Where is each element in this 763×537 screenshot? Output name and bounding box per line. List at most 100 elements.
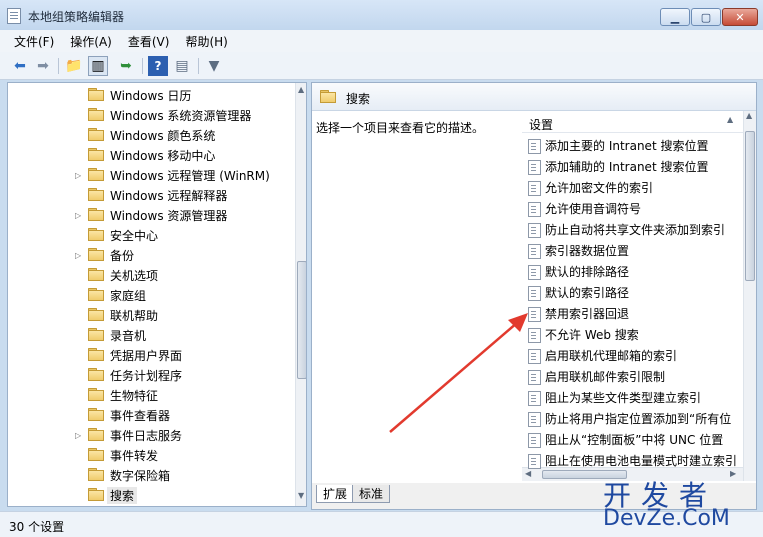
close-button[interactable]: ✕ [722,8,758,26]
tree-item[interactable]: ▷ Windows 资源管理器 [8,205,288,225]
menu-bar: 文件(F) 操作(A) 查看(V) 帮助(H) [0,30,763,52]
setting-row[interactable]: 索引器数据位置 [522,240,746,261]
scroll-down-icon[interactable]: ▼ [298,491,304,500]
tree-item-label: Windows 资源管理器 [110,208,228,223]
back-arrow-icon[interactable]: ⬅ [10,56,30,76]
setting-row[interactable]: 禁用索引器回退 [522,303,746,324]
up-folder-icon[interactable]: 📁 [64,56,84,76]
menu-file[interactable]: 文件(F) [0,33,62,50]
folder-icon [88,288,104,301]
menu-help[interactable]: 帮助(H) [177,33,235,50]
sort-up-icon: ▲ [727,115,734,124]
setting-row[interactable]: 默认的索引路径 [522,282,746,303]
pane-header: 搜索 [312,83,756,111]
scroll-up-icon[interactable]: ▲ [298,85,304,94]
folder-icon [88,188,104,201]
tree-item[interactable]: 录音机 [8,325,288,345]
setting-label: 添加辅助的 Intranet 搜索位置 [545,160,709,174]
maximize-button[interactable]: ▢ [691,8,721,26]
policy-setting-icon [528,433,541,448]
toolbar-separator [142,58,143,74]
tree-item-label: Windows 系统资源管理器 [110,108,252,123]
folder-icon [88,348,104,361]
app-icon [7,8,21,24]
setting-row[interactable]: 防止将用户指定位置添加到“所有位 [522,408,746,429]
menu-view[interactable]: 查看(V) [120,33,178,50]
settings-column-label: 设置 [529,118,554,132]
tree-item[interactable]: 生物特征 [8,385,288,405]
tree-item[interactable]: ▷ 备份 [8,245,288,265]
tab-standard[interactable]: 标准 [352,485,391,503]
setting-label: 添加主要的 Intranet 搜索位置 [545,139,709,153]
tree-item[interactable]: 联机帮助 [8,305,288,325]
tree-item-label: 搜索 [107,486,138,504]
minimize-button[interactable]: ▁ [660,8,690,26]
settings-column-header[interactable]: 设置 ▲ [522,111,746,133]
setting-row[interactable]: 阻止从“控制面板”中将 UNC 位置 [522,429,746,450]
expand-icon[interactable]: ▷ [75,431,83,440]
folder-icon [88,228,104,241]
setting-row[interactable]: 添加主要的 Intranet 搜索位置 [522,135,746,156]
tree-item[interactable]: 数字保险箱 [8,465,288,485]
scrollbar-thumb[interactable] [745,131,755,281]
expand-icon[interactable]: ▷ [75,211,83,220]
folder-icon [88,448,104,461]
tree-item[interactable]: Windows 系统资源管理器 [8,105,288,125]
filter-icon[interactable]: ▼ [204,56,224,76]
tree-item-label: Windows 远程管理 (WinRM) [110,168,270,183]
setting-row[interactable]: 启用联机邮件索引限制 [522,366,746,387]
setting-label: 索引器数据位置 [545,244,630,258]
tree-item[interactable]: 搜索 [8,485,288,505]
policy-setting-icon [528,412,541,427]
setting-row[interactable]: 不允许 Web 搜索 [522,324,746,345]
title-bar: 本地组策略编辑器 ▁ ▢ ✕ [0,0,763,30]
tree-item[interactable]: 家庭组 [8,285,288,305]
tree-item[interactable]: Windows 颜色系统 [8,125,288,145]
folder-icon [88,88,104,101]
setting-row[interactable]: 阻止为某些文件类型建立索引 [522,387,746,408]
policy-setting-icon [528,202,541,217]
setting-row[interactable]: 启用联机代理邮箱的索引 [522,345,746,366]
tree-item[interactable]: 凭据用户界面 [8,345,288,365]
policy-setting-icon [528,139,541,154]
properties-icon[interactable]: ▤ [172,56,192,76]
tree-item[interactable]: 任务计划程序 [8,365,288,385]
tree-item[interactable]: 事件查看器 [8,405,288,425]
tree-item[interactable]: 事件转发 [8,445,288,465]
policy-setting-icon [528,328,541,343]
setting-row[interactable]: 阻止在使用电池电量模式时建立索引 [522,450,746,471]
setting-row[interactable]: 默认的排除路径 [522,261,746,282]
tree-item[interactable]: Windows 日历 [8,85,288,105]
tree-item[interactable]: 关机选项 [8,265,288,285]
tree-item-label: Windows 颜色系统 [110,128,216,143]
tree-item[interactable]: Windows 远程解释器 [8,185,288,205]
help-icon[interactable]: ? [148,56,168,76]
menu-action[interactable]: 操作(A) [62,33,120,50]
watermark-line2: DevZe.CoM [603,506,730,531]
scroll-up-icon[interactable]: ▲ [746,111,752,120]
tree-item-label: 安全中心 [110,228,159,243]
tree-scrollbar[interactable]: ▲ ▼ [295,83,306,506]
export-list-icon[interactable]: ➥ [116,56,136,76]
folder-icon [88,328,104,341]
setting-row[interactable]: 添加辅助的 Intranet 搜索位置 [522,156,746,177]
tree-item[interactable]: Windows 移动中心 [8,145,288,165]
tree-item[interactable]: 安全中心 [8,225,288,245]
tree-item-label: 事件查看器 [110,408,171,423]
setting-row[interactable]: 防止自动将共享文件夹添加到索引 [522,219,746,240]
forward-arrow-icon[interactable]: ➡ [33,56,53,76]
policy-setting-icon [528,265,541,280]
expand-icon[interactable]: ▷ [75,251,83,260]
expand-icon[interactable]: ▷ [75,171,83,180]
scrollbar-thumb[interactable] [297,261,306,379]
setting-row[interactable]: 允许使用音调符号 [522,198,746,219]
tree-item[interactable]: ▷ Windows 远程管理 (WinRM) [8,165,288,185]
show-hide-tree-icon[interactable]: ▥ [88,56,108,76]
setting-label: 允许使用音调符号 [545,202,642,216]
navigation-tree: Windows 日历 Windows 系统资源管理器 Windows 颜色系统 Win… [7,82,307,507]
setting-row[interactable]: 允许加密文件的索引 [522,177,746,198]
toolbar-separator [58,58,59,74]
tab-extended[interactable]: 扩展 [316,485,355,503]
folder-icon [88,368,104,381]
tree-item[interactable]: ▷ 事件日志服务 [8,425,288,445]
